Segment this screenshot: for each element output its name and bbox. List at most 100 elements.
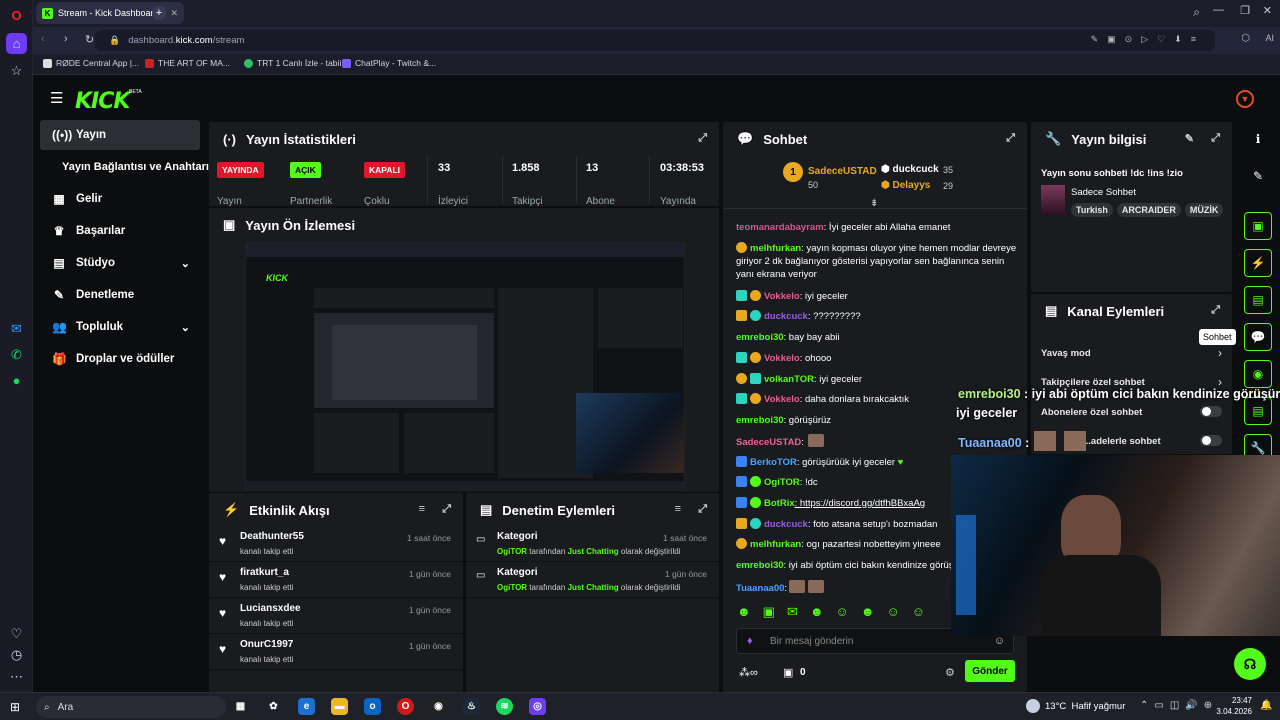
mod-icon[interactable]: ▤ — [1244, 397, 1272, 425]
chatgpt-icon[interactable]: ✿ — [265, 698, 282, 715]
opera-icon[interactable]: O — [397, 698, 414, 715]
bookmark-trt[interactable]: TRT 1 Canlı İzle - tabii — [244, 58, 341, 68]
nav-basarilar[interactable]: ♛ Başarılar — [40, 216, 200, 246]
tag[interactable]: ARCRAIDER — [1116, 203, 1181, 217]
chat-user[interactable]: emreboi30 — [736, 415, 784, 426]
chat-user[interactable]: SadeceUSTAD — [736, 437, 801, 448]
restore-icon[interactable]: ❐ — [1240, 4, 1250, 17]
chat-user[interactable]: Vokkelo — [764, 394, 800, 405]
obs-icon[interactable]: ◉ — [430, 698, 447, 715]
document-icon[interactable]: ▤ — [1244, 286, 1272, 314]
chat-user[interactable]: teomanardabayram — [736, 222, 824, 233]
pencil-icon[interactable]: ✎ — [1244, 162, 1272, 190]
edge-icon[interactable]: e — [298, 698, 315, 715]
nav-topluluk[interactable]: 👥 Topluluk ⌄ — [40, 312, 200, 342]
search-icon[interactable]: ⌕ — [1193, 5, 1200, 20]
back-icon[interactable]: ‹ — [41, 33, 45, 45]
notification-icon[interactable]: 🔔 — [1260, 700, 1272, 711]
expand-icon[interactable]: ⤢ — [698, 503, 707, 516]
subs-only-toggle[interactable] — [1200, 406, 1222, 417]
extensions-icon[interactable]: ⬡ — [1241, 33, 1250, 44]
headset-support-icon[interactable]: ☊ — [1234, 648, 1266, 680]
history-icon[interactable]: ◷ — [6, 644, 27, 665]
emote-only-label[interactable]: ...adelerle sohbet — [1083, 436, 1161, 447]
steam-icon[interactable]: ♨ — [463, 698, 480, 715]
outlook-icon[interactable]: o — [364, 698, 381, 715]
event-user[interactable]: firatkurt_a — [240, 567, 289, 578]
nav-denetleme[interactable]: ✎ Denetleme — [40, 280, 200, 310]
chat-user[interactable]: melhfurkan — [750, 243, 801, 254]
explorer-icon[interactable]: ▬ — [331, 698, 348, 715]
nav-yayin-baglantisi[interactable]: Yayın Bağlantısı ve Anahtarı — [40, 152, 210, 182]
opera-logo-icon[interactable]: O — [6, 5, 27, 26]
event-user[interactable]: Luciansxdee — [240, 603, 301, 614]
lightning-icon[interactable]: ⚡ — [1244, 249, 1272, 277]
menu-icon[interactable]: ☰ — [50, 89, 63, 107]
nav-studyo[interactable]: ▤ Stüdyo ⌄ — [40, 248, 200, 278]
tag[interactable]: Turkish — [1071, 203, 1113, 217]
top-gifter-1[interactable]: SadeceUSTAD — [808, 166, 877, 177]
chat-user[interactable]: duckcuck — [764, 311, 808, 322]
expand-icon[interactable]: ⤢ — [698, 132, 707, 145]
chat-user[interactable]: BerkoTOR — [750, 457, 797, 468]
opera-gx-icon[interactable]: ◎ — [529, 698, 546, 715]
chat-bubble-icon[interactable]: 💬 — [1244, 323, 1272, 351]
filter-icon[interactable]: ≡ — [419, 503, 425, 515]
star-icon[interactable]: ☆ — [6, 60, 27, 81]
close-tab-icon[interactable]: ✕ — [170, 8, 178, 19]
clock-time[interactable]: 23:47 — [1210, 696, 1252, 705]
spotify-icon[interactable]: ● — [6, 370, 27, 391]
broadcast-icon[interactable]: ◉ — [1244, 360, 1272, 388]
nav-yayin[interactable]: ((•)) Yayın — [40, 120, 200, 150]
preview-video[interactable]: KICK — [245, 242, 685, 490]
home-icon[interactable]: ⌂ — [6, 33, 27, 54]
heart-icon[interactable]: ♡ — [6, 623, 27, 644]
messenger-icon[interactable]: ✉ — [6, 318, 27, 339]
bookmark-chatplay[interactable]: ChatPlay - Twitch &... — [342, 58, 436, 68]
edit-icon[interactable]: ✎ — [1185, 132, 1194, 145]
aria-ai-icon[interactable]: AI — [1265, 33, 1274, 43]
task-view-icon[interactable]: ▦ — [232, 698, 249, 715]
top-gifter-3[interactable]: ⬢ Delayys — [881, 180, 930, 191]
chat-user[interactable]: OgiTOR — [764, 477, 800, 488]
toolbar-icons[interactable]: ✎▣⊙▷♡⬇≡ — [1091, 34, 1205, 45]
event-user[interactable]: OnurC1997 — [240, 639, 293, 650]
chat-user[interactable]: Tuaanaa00 — [736, 583, 784, 594]
category-name[interactable]: Sadece Sohbet — [1071, 187, 1136, 198]
chat-user[interactable]: melhfurkan — [750, 539, 801, 550]
new-tab-icon[interactable]: + — [152, 6, 166, 20]
reload-icon[interactable]: ↻ — [85, 33, 94, 46]
emote-bar[interactable]: ☻▣✉☻☺☻☺☺ — [737, 604, 937, 620]
nav-gelir[interactable]: ▦ Gelir — [40, 184, 200, 214]
send-button[interactable]: Gönder — [965, 660, 1015, 682]
windows-start-icon[interactable]: ⊞ — [10, 700, 20, 714]
weather-text[interactable]: 13°C Hafif yağmur — [1045, 701, 1125, 712]
chat-user[interactable]: emreboi30 — [736, 332, 784, 343]
chat-user[interactable]: Vokkelo — [764, 353, 800, 364]
expand-icon[interactable]: ⤢ — [442, 503, 451, 516]
emoji-icon[interactable]: ☺ — [994, 635, 1005, 647]
slow-mode-label[interactable]: Yavaş mod — [1041, 348, 1091, 359]
whatsapp-icon[interactable]: ✆ — [6, 344, 27, 365]
event-user[interactable]: Deathunter55 — [240, 531, 304, 542]
bookmark-art[interactable]: THE ART OF MA... — [145, 58, 230, 68]
expand-icon[interactable]: ⤢ — [1211, 132, 1220, 145]
subs-only-label[interactable]: Abonelere özel sohbet — [1041, 407, 1142, 418]
url-field[interactable]: 🔒 dashboard. kick.com/stream ✎▣⊙▷♡⬇≡ — [95, 30, 1215, 51]
chat-link[interactable]: : https://discord.gg/dtfhBBxaAg — [795, 498, 925, 509]
info-icon[interactable]: ℹ — [1244, 125, 1272, 153]
close-window-icon[interactable]: ✕ — [1263, 4, 1272, 17]
chat-user[interactable]: emreboi30 — [736, 560, 784, 571]
expand-icon[interactable]: ⤢ — [1006, 132, 1015, 145]
chat-user[interactable]: BotRix — [764, 498, 795, 509]
chat-user[interactable]: volkanTOR — [764, 374, 814, 385]
chat-user[interactable]: Vokkelo — [764, 291, 800, 302]
taskbar-search[interactable]: ⌕ Ara — [36, 696, 226, 718]
kick-logo[interactable]: KICK — [75, 89, 130, 114]
spotify-icon[interactable]: ≋ — [496, 698, 513, 715]
chevron-right-icon[interactable]: › — [1218, 346, 1222, 360]
forward-icon[interactable]: › — [64, 33, 68, 45]
more-icon[interactable]: ⋯ — [6, 666, 27, 687]
nav-droplar[interactable]: 🎁 Droplar ve ödüller — [40, 344, 200, 374]
expand-icon[interactable]: ⤢ — [1211, 304, 1220, 317]
